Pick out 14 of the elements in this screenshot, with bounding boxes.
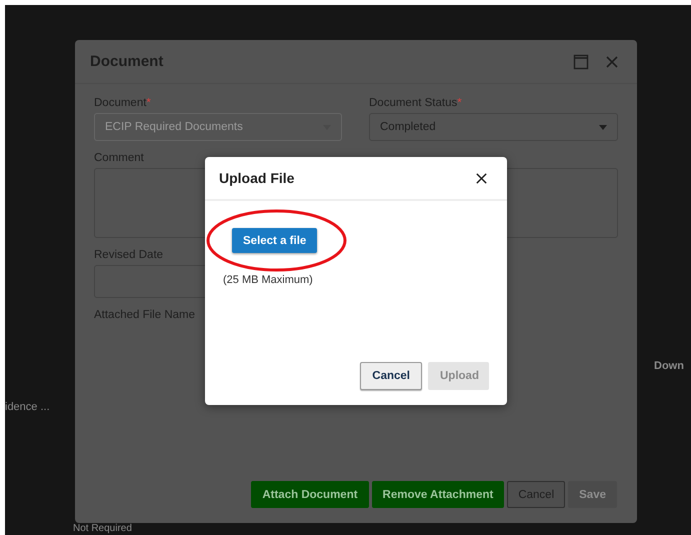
background-text: Not Required bbox=[73, 523, 132, 534]
maximize-icon[interactable] bbox=[573, 54, 589, 70]
dialog-button[interactable]: Cancel bbox=[360, 362, 422, 390]
caret-icon bbox=[599, 124, 607, 130]
background-text: idence ... bbox=[5, 401, 50, 413]
required-asterisk: * bbox=[146, 97, 151, 109]
required-asterisk: * bbox=[457, 97, 462, 109]
size-hint: (25 MB Maximum) bbox=[223, 274, 313, 286]
dialog-button[interactable]: Attach Document bbox=[251, 481, 369, 508]
dialog-title: Upload File bbox=[219, 170, 294, 186]
background-text: Down bbox=[654, 360, 684, 372]
close-icon[interactable] bbox=[475, 172, 488, 184]
dialog-button[interactable]: Remove Attachment bbox=[372, 481, 504, 508]
select-file-button[interactable]: Select a file bbox=[232, 228, 318, 253]
